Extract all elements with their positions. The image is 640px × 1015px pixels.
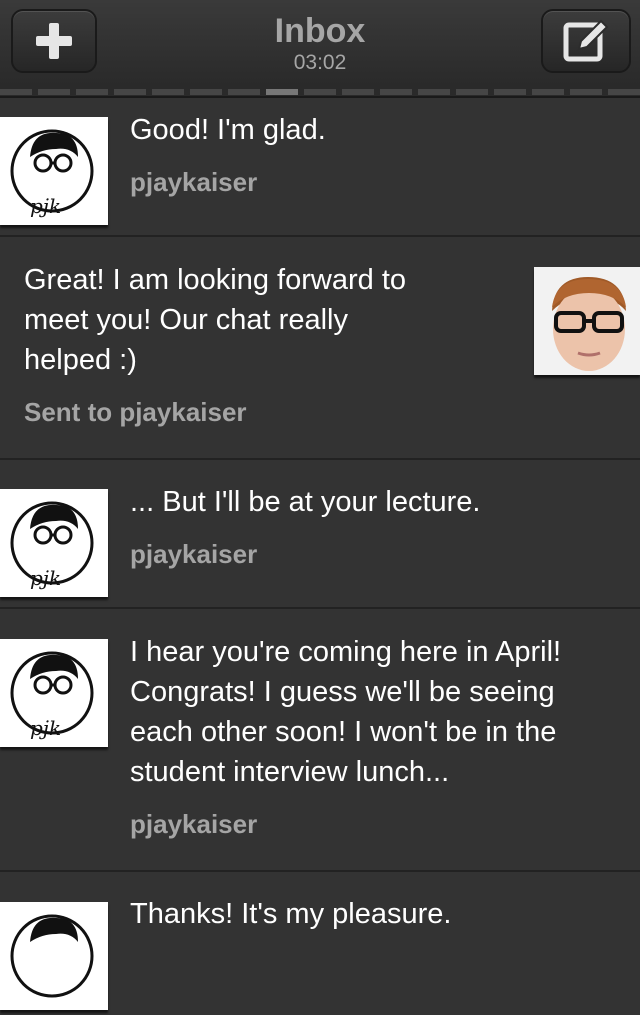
page-dot <box>380 89 412 95</box>
message-line: ... But I'll be at your lecture. <box>130 486 481 518</box>
pjk-logo-avatar[interactable] <box>0 902 108 1010</box>
message-text: ... But I'll be at your lecture. <box>130 482 480 522</box>
message-line: I hear you're coming here in April! <box>130 636 562 668</box>
page-dot <box>114 89 146 95</box>
page-dot <box>608 89 640 95</box>
message-row[interactable]: pjk Good! I'm glad. pjaykaiser <box>0 98 640 237</box>
page-dot <box>570 89 602 95</box>
message-line: meet you! Our chat really <box>24 304 348 336</box>
page-dot <box>190 89 222 95</box>
message-text: Good! I'm glad. <box>130 110 326 150</box>
message-recipient: Sent to pjaykaiser <box>24 397 247 427</box>
pjk-logo-avatar[interactable]: pjk <box>0 489 108 597</box>
message-line: each other soon! I won't be in the <box>130 716 557 748</box>
message-line: Congrats! I guess we'll be seeing <box>130 676 555 708</box>
message-sender: pjaykaiser <box>130 539 258 569</box>
message-text: I hear you're coming here in April! Cong… <box>130 632 561 792</box>
page-dot <box>494 89 526 95</box>
message-row[interactable]: pjk ... But I'll be at your lecture. pja… <box>0 460 640 609</box>
page-dot <box>0 89 32 95</box>
message-line: Thanks! It's my pleasure. <box>130 898 452 930</box>
page-dot <box>342 89 374 95</box>
message-line: student interview lunch... <box>130 756 450 788</box>
message-row[interactable]: Thanks! It's my pleasure. <box>0 872 640 1010</box>
message-sender: pjaykaiser <box>130 809 258 839</box>
message-row[interactable]: pjk I hear you're coming here in April! … <box>0 609 640 872</box>
page-dot-active <box>266 89 298 95</box>
page-indicator <box>0 86 640 98</box>
page-dot <box>38 89 70 95</box>
compose-icon <box>563 19 609 62</box>
message-line: Great! I am looking forward to <box>24 264 406 296</box>
message-row[interactable]: Great! I am looking forward to meet you!… <box>0 237 640 460</box>
svg-text:pjk: pjk <box>30 716 61 740</box>
message-line: Good! I'm glad. <box>130 114 326 146</box>
page-dot <box>76 89 108 95</box>
message-text: Thanks! It's my pleasure. <box>130 894 451 934</box>
compose-button[interactable] <box>541 9 631 73</box>
page-dot <box>456 89 488 95</box>
pjk-logo-avatar[interactable]: pjk <box>0 639 108 747</box>
page-dot <box>228 89 260 95</box>
navigation-bar: Inbox 03:02 <box>0 0 640 86</box>
message-sender: pjaykaiser <box>130 167 258 197</box>
page-dot <box>152 89 184 95</box>
page-dot <box>532 89 564 95</box>
page-dot <box>418 89 450 95</box>
svg-text:pjk: pjk <box>30 566 61 590</box>
pjk-logo-avatar[interactable]: pjk <box>0 117 108 225</box>
message-text: Great! I am looking forward to meet you!… <box>24 260 406 380</box>
page-dot <box>304 89 336 95</box>
svg-text:pjk: pjk <box>30 194 61 218</box>
message-line: helped :) <box>24 344 137 376</box>
user-photo-avatar[interactable] <box>534 267 640 375</box>
